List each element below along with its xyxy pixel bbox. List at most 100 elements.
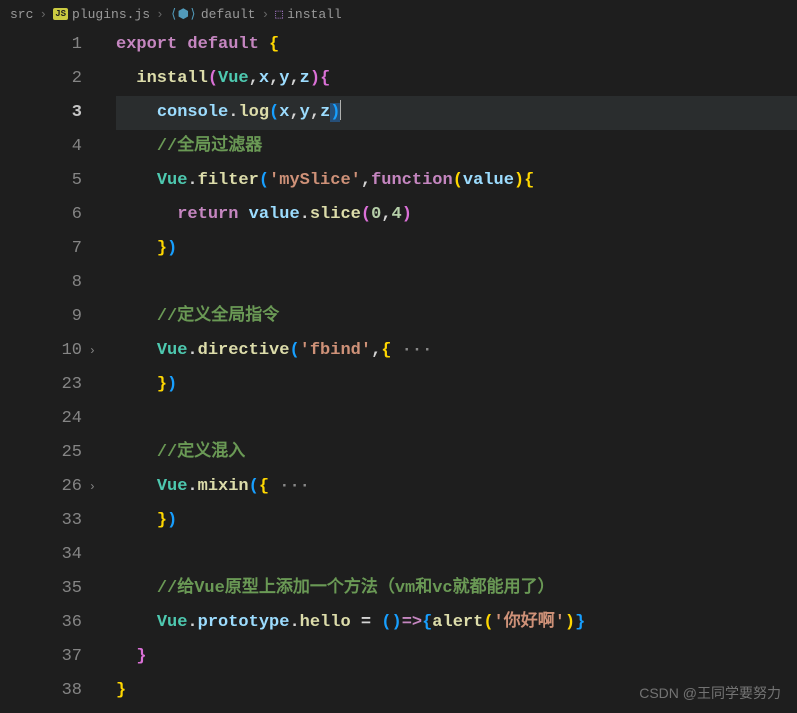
token-keyword: default: [187, 35, 258, 54]
selection: ): [330, 103, 340, 122]
token-brace-y: ): [565, 613, 575, 632]
token-brace-y: {: [259, 477, 269, 496]
code-line[interactable]: }): [116, 504, 797, 538]
token-brace-y: }: [157, 511, 167, 530]
token-var: y: [300, 103, 310, 122]
line-number: 25: [0, 436, 82, 470]
token-brace-b: (: [269, 103, 279, 122]
breadcrumb-item[interactable]: src: [10, 7, 33, 22]
code-line[interactable]: [116, 402, 797, 436]
token-punc: [238, 205, 248, 224]
code-line[interactable]: }): [116, 368, 797, 402]
code-line[interactable]: //定义混入: [116, 436, 797, 470]
code-line[interactable]: }): [116, 232, 797, 266]
token-dots: ···: [269, 477, 310, 496]
token-punc: ,: [269, 69, 279, 88]
token-punc: [259, 35, 269, 54]
token-dots: ···: [391, 341, 432, 360]
code-line[interactable]: Vue.filter('mySlice',function(value){: [116, 164, 797, 198]
code-line[interactable]: Vue.prototype.hello = ()=>{alert('你好啊')}: [116, 606, 797, 640]
token-brace-b: ): [167, 375, 177, 394]
token-num: 0: [371, 205, 381, 224]
fold-chevron-icon[interactable]: ›: [89, 470, 96, 504]
token-punc: ,: [289, 103, 299, 122]
line-number: 35: [0, 572, 82, 606]
token-punc: [116, 205, 177, 224]
code-line[interactable]: //全局过滤器: [116, 130, 797, 164]
token-obj: Vue: [157, 341, 188, 360]
token-str: 'mySlice': [269, 171, 361, 190]
token-func: hello: [300, 613, 351, 632]
line-number: 37: [0, 640, 82, 674]
token-str: '你好啊': [494, 613, 565, 632]
code-line[interactable]: export default {: [116, 28, 797, 62]
token-var: y: [279, 69, 289, 88]
token-keyword: return: [177, 205, 238, 224]
token-obj: Vue: [157, 477, 188, 496]
fold-chevron-icon[interactable]: ›: [89, 334, 96, 368]
line-gutter: 12345678910›23242526›333435363738: [0, 28, 90, 713]
token-brace-p: (: [208, 69, 218, 88]
token-func: mixin: [198, 477, 249, 496]
code-area[interactable]: export default { install(Vue,x,y,z){ con…: [90, 28, 797, 713]
token-punc: .: [187, 613, 197, 632]
token-punc: [116, 511, 157, 530]
line-number: 26›: [0, 470, 82, 504]
token-punc: [116, 171, 157, 190]
token-punc: ,: [381, 205, 391, 224]
token-brace-y: }: [116, 681, 126, 700]
token-punc: .: [187, 341, 197, 360]
token-punc: [116, 579, 157, 598]
token-punc: ,: [371, 341, 381, 360]
token-punc: .: [228, 103, 238, 122]
code-line[interactable]: console.log(x,y,z): [116, 96, 797, 130]
token-punc: =: [361, 613, 371, 632]
code-line[interactable]: [116, 538, 797, 572]
token-brace-y: {: [524, 171, 534, 190]
code-line[interactable]: Vue.directive('fbind',{ ···: [116, 334, 797, 368]
code-line[interactable]: }: [116, 640, 797, 674]
code-line[interactable]: //给Vue原型上添加一个方法（vm和vc就都能用了）: [116, 572, 797, 606]
code-editor[interactable]: 12345678910›23242526›333435363738 export…: [0, 28, 797, 713]
token-obj: Vue: [157, 171, 188, 190]
token-comment: //定义混入: [157, 443, 245, 462]
line-number: 38: [0, 674, 82, 708]
token-func: log: [238, 103, 269, 122]
token-keyword: function: [371, 171, 453, 190]
token-brace-p: ): [310, 69, 320, 88]
chevron-right-icon: ›: [39, 7, 47, 22]
code-line[interactable]: [116, 266, 797, 300]
token-brace-y: {: [381, 341, 391, 360]
code-line[interactable]: install(Vue,x,y,z){: [116, 62, 797, 96]
token-comment: //全局过滤器: [157, 137, 262, 156]
token-func: alert: [432, 613, 483, 632]
line-number: 2: [0, 62, 82, 96]
token-var: prototype: [198, 613, 290, 632]
token-punc: [116, 341, 157, 360]
token-brace-b: ): [167, 239, 177, 258]
token-str: 'fbind': [300, 341, 371, 360]
token-var: x: [259, 69, 269, 88]
token-brace-p: (: [361, 205, 371, 224]
breadcrumb-item[interactable]: ⟨⬢⟩ default: [170, 7, 256, 22]
breadcrumb: src › JS plugins.js › ⟨⬢⟩ default › ⬚ in…: [0, 0, 797, 28]
line-number: 34: [0, 538, 82, 572]
code-line[interactable]: return value.slice(0,4): [116, 198, 797, 232]
token-punc: ,: [289, 69, 299, 88]
code-line[interactable]: Vue.mixin({ ···: [116, 470, 797, 504]
token-func: install: [136, 69, 207, 88]
line-number: 9: [0, 300, 82, 334]
text-cursor: [340, 100, 341, 120]
token-var: x: [279, 103, 289, 122]
token-var: value: [249, 205, 300, 224]
token-punc: [116, 613, 157, 632]
token-brace-y: {: [269, 35, 279, 54]
breadcrumb-item[interactable]: JS plugins.js: [53, 7, 150, 22]
token-brace-y: (: [483, 613, 493, 632]
breadcrumb-item[interactable]: ⬚ install: [275, 7, 341, 22]
token-brace-b: (: [381, 613, 391, 632]
token-punc: [116, 443, 157, 462]
line-number: 3: [0, 96, 82, 130]
code-line[interactable]: //定义全局指令: [116, 300, 797, 334]
token-brace-p: }: [136, 647, 146, 666]
